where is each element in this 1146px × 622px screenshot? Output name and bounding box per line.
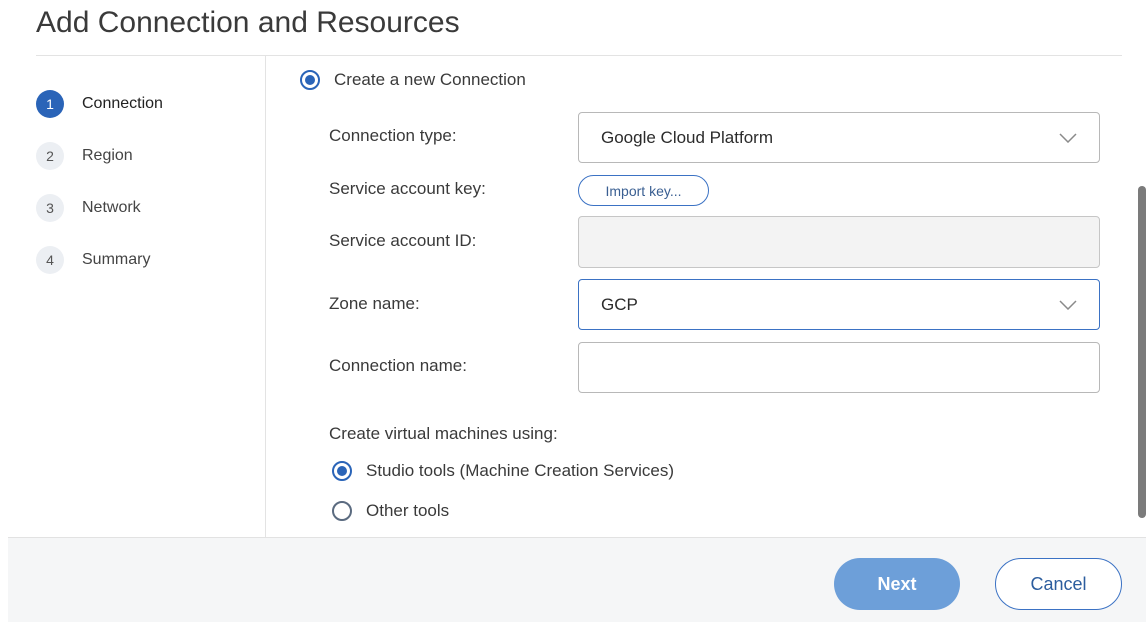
step-network[interactable]: 3 Network [36,182,256,234]
cancel-button[interactable]: Cancel [995,558,1122,610]
create-new-connection-radio[interactable] [300,70,320,90]
step-number: 2 [36,142,64,170]
other-tools-label: Other tools [366,501,450,520]
zone-name-label: Zone name: [329,294,420,313]
add-connection-dialog: Add Connection and Resources 1 Connectio… [0,0,1146,622]
zone-name-value: GCP [601,294,638,314]
service-account-key-label: Service account key: [329,179,486,198]
connection-type-select[interactable]: Google Cloud Platform [578,112,1100,163]
studio-tools-label: Studio tools (Machine Creation Services) [366,461,675,480]
step-summary[interactable]: 4 Summary [36,234,256,286]
zone-name-select[interactable]: GCP [578,279,1100,330]
service-account-id-label: Service account ID: [329,231,477,250]
vm-heading: Create virtual machines using: [329,424,558,443]
step-number: 4 [36,246,64,274]
chevron-down-icon [1059,299,1077,310]
other-tools-radio[interactable] [332,501,352,521]
wizard-steps: 1 Connection 2 Region 3 Network 4 Summar… [36,78,256,286]
step-label: Network [82,199,141,216]
step-label: Summary [82,251,151,268]
step-number: 3 [36,194,64,222]
connection-name-input[interactable] [578,342,1100,393]
connection-type-label: Connection type: [329,126,457,145]
create-new-connection-option[interactable]: Create a new Connection [300,70,526,90]
step-region[interactable]: 2 Region [36,130,256,182]
step-label: Connection [82,95,163,112]
scrollbar-thumb[interactable] [1138,186,1146,518]
step-number: 1 [36,90,64,118]
service-account-id-field [578,216,1100,268]
next-button[interactable]: Next [834,558,960,610]
page-title: Add Connection and Resources [36,6,460,39]
title-divider [36,55,1122,56]
vm-option-studio-tools[interactable]: Studio tools (Machine Creation Services) [332,461,674,481]
create-new-connection-label: Create a new Connection [334,70,526,89]
studio-tools-radio[interactable] [332,461,352,481]
dialog-footer [8,537,1146,622]
step-connection[interactable]: 1 Connection [36,78,256,130]
connection-type-value: Google Cloud Platform [601,127,773,147]
connection-name-label: Connection name: [329,356,467,375]
import-key-button[interactable]: Import key... [578,175,709,206]
chevron-down-icon [1059,132,1077,143]
sidebar-divider [265,56,266,537]
vm-option-other-tools[interactable]: Other tools [332,501,449,521]
step-label: Region [82,147,133,164]
